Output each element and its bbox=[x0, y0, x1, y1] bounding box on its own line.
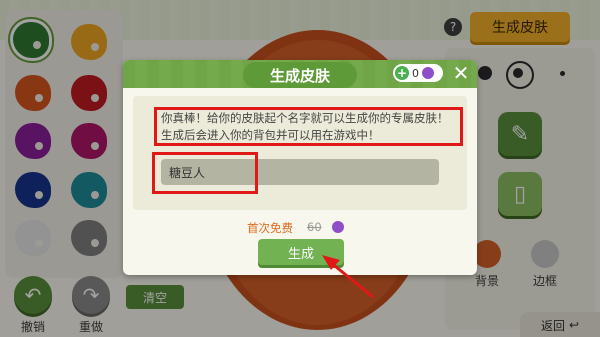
pointer-arrow-icon bbox=[322, 255, 374, 299]
